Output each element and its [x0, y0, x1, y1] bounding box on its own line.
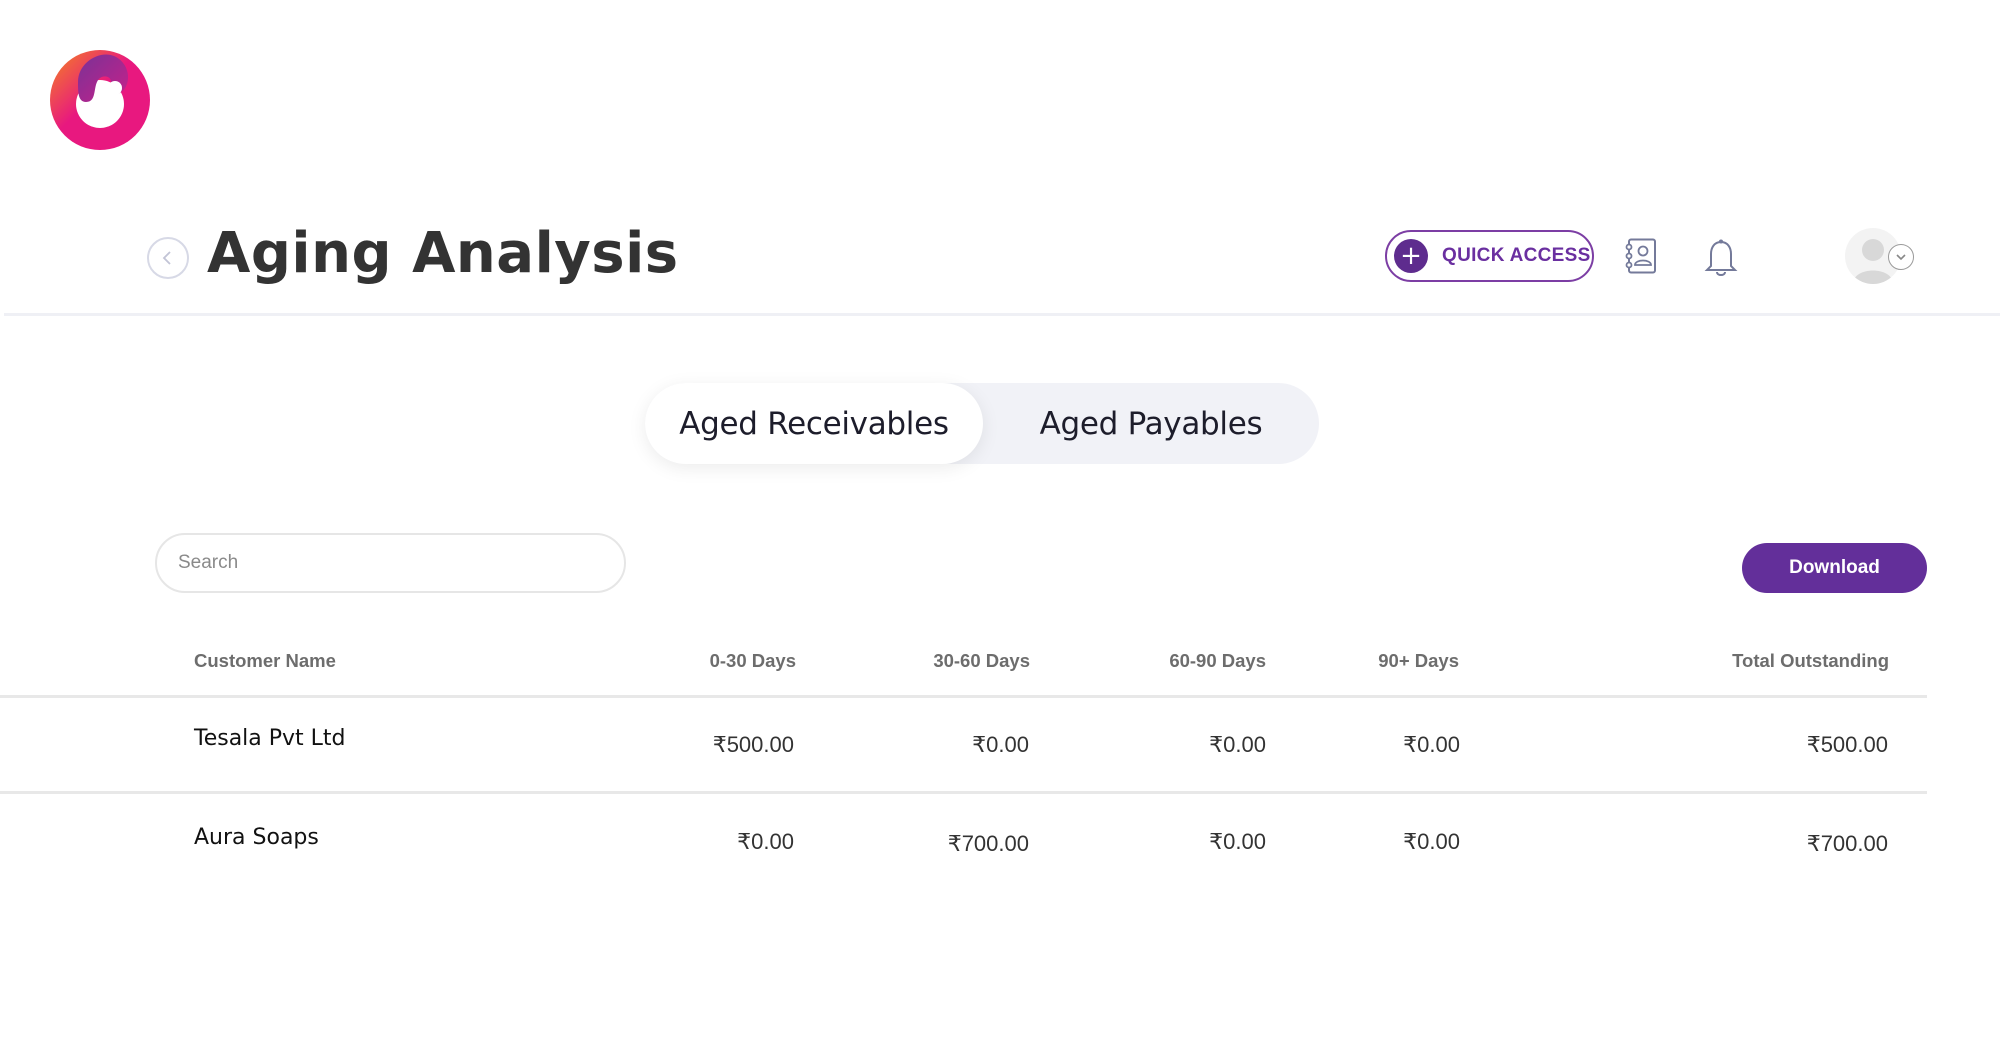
column-header-total-outstanding[interactable]: Total Outstanding	[1732, 650, 1889, 672]
search-input[interactable]	[155, 533, 626, 593]
column-header-30-60-days[interactable]: 30-60 Days	[933, 650, 1030, 672]
tab-aged-receivables[interactable]: Aged Receivables	[645, 383, 983, 464]
page-title: Aging Analysis	[207, 221, 679, 286]
amount-0-30-days: ₹500.00	[712, 732, 794, 757]
table-row[interactable]: Aura Soaps ₹0.00 ₹700.00 ₹0.00 ₹0.00 ₹70…	[0, 791, 1927, 884]
amount-30-60-days: ₹0.00	[972, 732, 1029, 757]
quick-access-label: QUICK ACCESS	[1442, 245, 1591, 266]
column-header-90-plus-days[interactable]: 90+ Days	[1378, 650, 1459, 672]
amount-0-30-days: ₹0.00	[737, 829, 794, 854]
aging-table: Customer Name 0-30 Days 30-60 Days 60-90…	[0, 630, 1927, 884]
table-row[interactable]: Tesala Pvt Ltd ₹500.00 ₹0.00 ₹0.00 ₹0.00…	[0, 698, 1927, 791]
amount-60-90-days: ₹0.00	[1209, 732, 1266, 757]
download-button[interactable]: Download	[1742, 543, 1927, 593]
customer-name: Aura Soaps	[194, 825, 319, 850]
contacts-icon[interactable]	[1625, 238, 1657, 274]
amount-90-plus-days: ₹0.00	[1403, 829, 1460, 854]
app-logo	[50, 50, 150, 150]
chevron-down-icon	[1896, 254, 1906, 261]
profile-dropdown-button[interactable]	[1888, 244, 1914, 270]
table-header: Customer Name 0-30 Days 30-60 Days 60-90…	[0, 630, 1927, 698]
column-header-60-90-days[interactable]: 60-90 Days	[1169, 650, 1266, 672]
amount-60-90-days: ₹0.00	[1209, 829, 1266, 854]
amount-total-outstanding: ₹700.00	[1806, 831, 1888, 856]
chevron-left-icon	[162, 251, 171, 265]
quick-access-button[interactable]: + QUICK ACCESS	[1385, 230, 1594, 282]
column-header-customer-name[interactable]: Customer Name	[194, 650, 336, 672]
report-tabs: Aged Receivables Aged Payables	[645, 383, 1319, 464]
amount-total-outstanding: ₹500.00	[1806, 732, 1888, 757]
column-header-0-30-days[interactable]: 0-30 Days	[710, 650, 796, 672]
customer-name: Tesala Pvt Ltd	[194, 726, 346, 751]
plus-icon: +	[1394, 239, 1428, 273]
back-button[interactable]	[147, 237, 189, 279]
header-divider	[4, 313, 2000, 316]
notification-bell-icon[interactable]	[1704, 238, 1738, 278]
amount-90-plus-days: ₹0.00	[1403, 732, 1460, 757]
amount-30-60-days: ₹700.00	[947, 831, 1029, 856]
tab-aged-payables[interactable]: Aged Payables	[983, 383, 1319, 464]
